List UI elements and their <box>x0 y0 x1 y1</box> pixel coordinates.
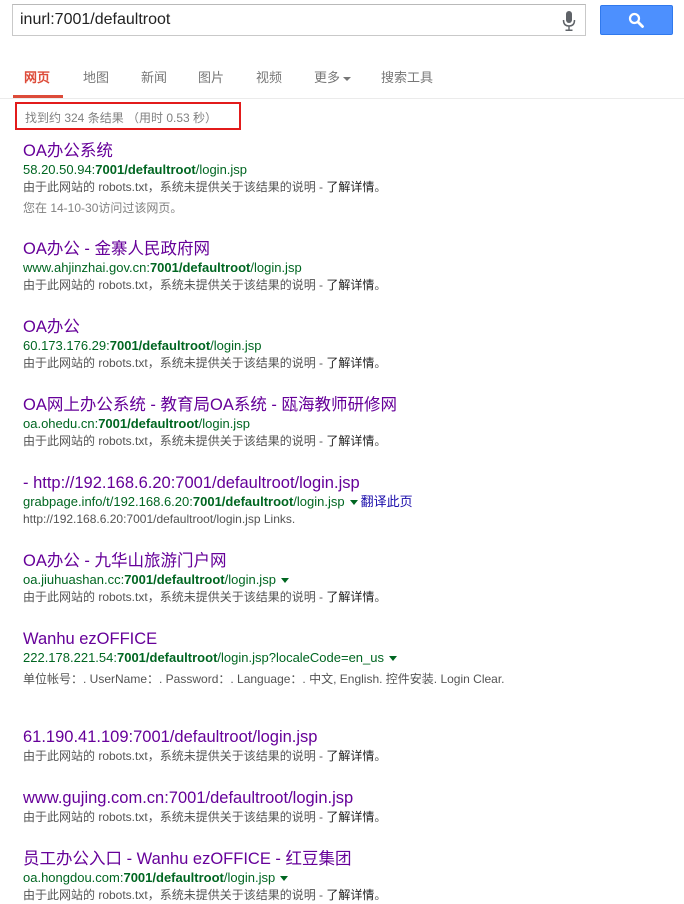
tab-maps[interactable]: 地图 <box>83 67 109 86</box>
tab-news[interactable]: 新闻 <box>141 67 167 86</box>
learn-more-link[interactable]: 了解详情 <box>326 434 374 448</box>
dropdown-arrow-icon[interactable] <box>280 578 289 584</box>
chevron-down-icon <box>343 76 352 81</box>
result-title-link[interactable]: OA办公 - 金寨人民政府网 <box>23 239 663 259</box>
result-snippet: http://192.168.6.20:7001/defaultroot/log… <box>23 512 296 526</box>
search-result: 员工办公入口 - Wanhu ezOFFICE - 红豆集团 oa.hongdo… <box>23 849 663 904</box>
result-title-link[interactable]: www.gujing.com.cn:7001/defaultroot/login… <box>23 788 663 808</box>
tab-more[interactable]: 更多 <box>314 67 352 86</box>
active-tab-indicator <box>13 95 63 98</box>
microphone-icon[interactable] <box>561 10 577 32</box>
learn-more-link[interactable]: 了解详情 <box>326 356 374 370</box>
result-snippet: 由于此网站的 robots.txt，系统未提供关于该结果的说明 - 了解详情。 <box>23 356 387 370</box>
result-snippet: 单位帐号：. UserName：. Password：. Language：. … <box>23 672 505 686</box>
tab-web[interactable]: 网页 <box>24 67 50 86</box>
result-snippet: 由于此网站的 robots.txt，系统未提供关于该结果的说明 - 了解详情。 <box>23 749 387 763</box>
result-title-link[interactable]: 员工办公入口 - Wanhu ezOFFICE - 红豆集团 <box>23 849 663 869</box>
search-tabs: 网页 地图 新闻 图片 视频 更多 搜索工具 <box>0 54 684 99</box>
result-url: 58.20.50.94:7001/defaultroot/login.jsp <box>23 162 248 177</box>
search-button[interactable] <box>600 5 673 35</box>
search-input[interactable]: inurl:7001/defaultroot <box>20 11 540 29</box>
learn-more-link[interactable]: 了解详情 <box>326 749 374 763</box>
result-stats-highlight: 找到约 324 条结果 （用时 0.53 秒） <box>15 102 241 130</box>
search-icon <box>628 12 644 28</box>
visited-note: 您在 14-10-30访问过该网页。 <box>23 201 183 215</box>
result-title-link[interactable]: OA办公 <box>23 317 663 337</box>
tab-search-tools[interactable]: 搜索工具 <box>381 67 433 86</box>
result-snippet: 由于此网站的 robots.txt，系统未提供关于该结果的说明 - 了解详情。 <box>23 180 387 194</box>
search-result: Wanhu ezOFFICE 222.178.221.54:7001/defau… <box>23 629 663 689</box>
tab-images[interactable]: 图片 <box>198 67 224 86</box>
result-stats: 找到约 324 条结果 （用时 0.53 秒） <box>25 111 218 125</box>
result-snippet: 由于此网站的 robots.txt，系统未提供关于该结果的说明 - 了解详情。 <box>23 434 387 448</box>
result-url: www.ahjinzhai.gov.cn:7001/defaultroot/lo… <box>23 260 302 275</box>
search-result: OA办公 - 九华山旅游门户网 oa.jiuhuashan.cc:7001/de… <box>23 551 663 606</box>
result-url: oa.jiuhuashan.cc:7001/defaultroot/login.… <box>23 571 663 588</box>
result-url: 222.178.221.54:7001/defaultroot/login.js… <box>23 649 663 666</box>
result-snippet: 由于此网站的 robots.txt，系统未提供关于该结果的说明 - 了解详情。 <box>23 810 387 824</box>
result-title-link[interactable]: OA网上办公系统 - 教育局OA系统 - 瓯海教师研修网 <box>23 395 663 415</box>
result-url: 60.173.176.29:7001/defaultroot/login.jsp <box>23 338 262 353</box>
dropdown-arrow-icon[interactable] <box>349 500 358 506</box>
search-result: www.gujing.com.cn:7001/defaultroot/login… <box>23 788 663 826</box>
result-snippet: 由于此网站的 robots.txt，系统未提供关于该结果的说明 - 了解详情。 <box>23 590 387 604</box>
result-title-link[interactable]: - http://192.168.6.20:7001/defaultroot/l… <box>23 473 663 493</box>
search-result: - http://192.168.6.20:7001/defaultroot/l… <box>23 473 663 528</box>
learn-more-link[interactable]: 了解详情 <box>326 590 374 604</box>
result-snippet: 由于此网站的 robots.txt，系统未提供关于该结果的说明 - 了解详情。 <box>23 888 387 902</box>
translate-link[interactable]: 翻译此页 <box>361 494 413 509</box>
search-result: 61.190.41.109:7001/defaultroot/login.jsp… <box>23 727 663 765</box>
search-result: OA办公 60.173.176.29:7001/defaultroot/logi… <box>23 317 663 372</box>
search-result: OA办公系统 58.20.50.94:7001/defaultroot/logi… <box>23 141 663 217</box>
search-result: OA网上办公系统 - 教育局OA系统 - 瓯海教师研修网 oa.ohedu.cn… <box>23 395 663 450</box>
dropdown-arrow-icon[interactable] <box>280 876 289 882</box>
learn-more-link[interactable]: 了解详情 <box>326 810 374 824</box>
search-box[interactable]: inurl:7001/defaultroot <box>12 4 586 36</box>
result-title-link[interactable]: OA办公系统 <box>23 141 663 161</box>
dropdown-arrow-icon[interactable] <box>389 656 398 662</box>
result-title-link[interactable]: Wanhu ezOFFICE <box>23 629 663 649</box>
learn-more-link[interactable]: 了解详情 <box>326 278 374 292</box>
result-snippet: 由于此网站的 robots.txt，系统未提供关于该结果的说明 - 了解详情。 <box>23 278 387 292</box>
result-title-link[interactable]: 61.190.41.109:7001/defaultroot/login.jsp <box>23 727 663 747</box>
result-url: oa.hongdou.com:7001/defaultroot/login.js… <box>23 869 663 886</box>
tab-more-label: 更多 <box>314 70 341 85</box>
search-result: OA办公 - 金寨人民政府网 www.ahjinzhai.gov.cn:7001… <box>23 239 663 294</box>
result-url: grabpage.info/t/192.168.6.20:7001/defaul… <box>23 494 413 509</box>
learn-more-link[interactable]: 了解详情 <box>326 888 374 902</box>
tab-videos[interactable]: 视频 <box>256 67 282 86</box>
result-url: oa.ohedu.cn:7001/defaultroot/login.jsp <box>23 416 250 431</box>
learn-more-link[interactable]: 了解详情 <box>326 180 374 194</box>
result-title-link[interactable]: OA办公 - 九华山旅游门户网 <box>23 551 663 571</box>
